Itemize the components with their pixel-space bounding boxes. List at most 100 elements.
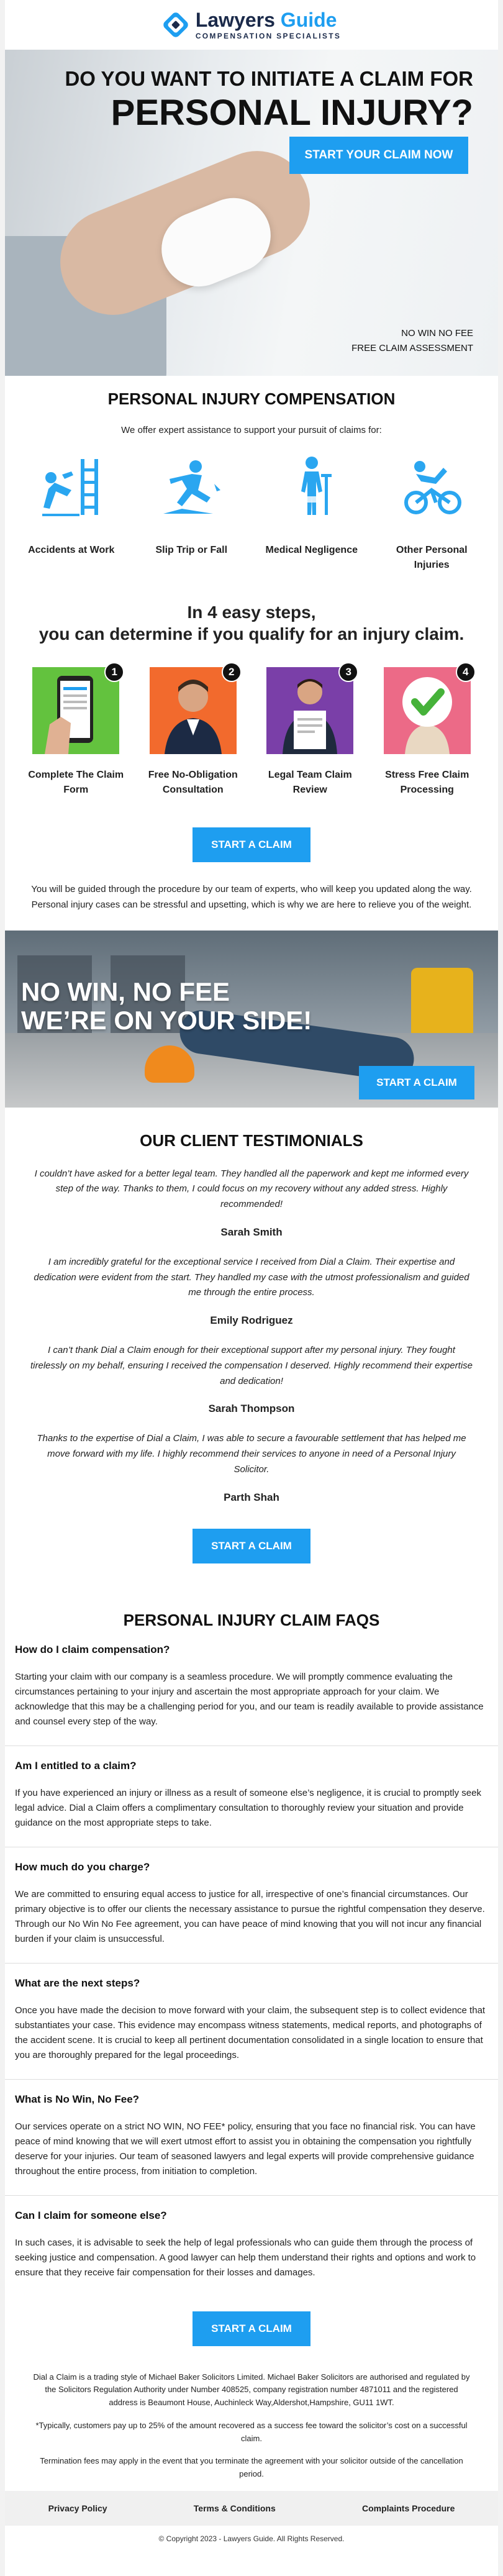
steps-title: In 4 easy steps, you can determine if yo… [5, 601, 498, 645]
brand-title-accent: Guide [274, 8, 337, 31]
footer-link-complaints-procedure[interactable]: Complaints Procedure [362, 2503, 455, 2513]
step-image-phone-form: 1 [32, 662, 125, 754]
checkmark-icon [383, 667, 471, 754]
brand-subtitle: COMPENSATION SPECIALISTS [195, 31, 342, 40]
faq-answer: Once you have made the decision to move … [15, 2005, 486, 2060]
step-label: Stress Free Claim Processing [385, 770, 469, 795]
copyright: © Copyright 2023 - Lawyers Guide. All Ri… [158, 2534, 345, 2544]
step-image-stress-free: 4 [383, 662, 476, 754]
faq-item: What are the next steps? Once you have m… [5, 1964, 498, 2080]
scales-logo-icon [163, 12, 188, 37]
legal-paragraph: *Typically, customers pay up to 25% of t… [35, 2420, 468, 2443]
site-header: Lawyers Guide COMPENSATION SPECIALISTS [5, 0, 498, 50]
legal-paragraph: Termination fees may apply in the event … [40, 2456, 463, 2479]
faq-question: What is No Win, No Fee? [15, 2093, 140, 2105]
faqs-section: PERSONAL INJURY CLAIM FAQS How do I clai… [5, 1611, 498, 2346]
testimonial-quote: I couldn’t have asked for a better legal… [34, 1168, 469, 1210]
faq-question: What are the next steps? [15, 1977, 140, 1989]
hero-note-line2: FREE CLAIM ASSESSMENT [351, 343, 473, 353]
step-image-consultation: 2 [149, 662, 242, 754]
compensation-item-accidents-at-work[interactable]: Accidents at Work [19, 453, 124, 573]
hero-note-line1: NO WIN NO FEE [401, 328, 473, 339]
page-content: Lawyers Guide COMPENSATION SPECIALISTS D… [5, 0, 498, 2576]
brand-title: Lawyers Guide [196, 10, 341, 30]
testimonial-quote: I can’t thank Dial a Claim enough for th… [30, 1345, 473, 1386]
testimonial: I couldn’t have asked for a better legal… [30, 1167, 473, 1239]
footer-links: Privacy Policy Terms & Conditions Compla… [5, 2491, 498, 2526]
legal-disclaimer: Dial a Claim is a trading style of Micha… [30, 2371, 473, 2482]
start-a-claim-button[interactable]: START A CLAIM [359, 1065, 474, 1099]
faq-answer: Starting your claim with our company is … [15, 1671, 484, 1727]
steps-grid: 1 Complete The Claim Form 2 Free No-Obli… [5, 662, 498, 798]
steps-title-line1: In 4 easy steps, [187, 603, 316, 622]
testimonial-author: Sarah Thompson [208, 1403, 295, 1415]
hero-note: NO WIN NO FEE FREE CLAIM ASSESSMENT [351, 326, 473, 356]
start-a-claim-button[interactable]: START A CLAIM [193, 827, 310, 862]
step-item: 3 Legal Team Claim Review [257, 662, 363, 798]
faq-item: Can I claim for someone else? In such ca… [5, 2196, 498, 2296]
document-review-icon [266, 667, 354, 754]
testimonial: I am incredibly grateful for the excepti… [30, 1255, 473, 1327]
hero-banner: DO YOU WANT TO INITIATE A CLAIM FOR PERS… [5, 50, 498, 376]
start-your-claim-button[interactable]: START YOUR CLAIM NOW [289, 137, 468, 174]
step-item: 2 Free No-Obligation Consultation [140, 662, 246, 798]
faq-item: What is No Win, No Fee? Our services ope… [5, 2080, 498, 2196]
compensation-item-medical-negligence[interactable]: Medical Negligence [259, 453, 365, 573]
compensation-title: PERSONAL INJURY COMPENSATION [107, 389, 396, 408]
crutch-injury-icon [301, 457, 332, 515]
cycling-accident-icon [404, 461, 462, 514]
testimonials-section: OUR CLIENT TESTIMONIALS I couldn’t have … [5, 1131, 498, 1563]
testimonial-author: Parth Shah [224, 1491, 279, 1503]
step-number: 4 [455, 662, 476, 682]
faq-answer: If you have experienced an injury or ill… [15, 1787, 481, 1828]
compensation-item-label: Other Personal Injuries [396, 545, 468, 570]
step-item: 1 Complete The Claim Form [23, 662, 129, 798]
faq-question: How do I claim compensation? [15, 1643, 170, 1655]
start-a-claim-button[interactable]: START A CLAIM [193, 2311, 310, 2346]
footer-link-privacy-policy[interactable]: Privacy Policy [48, 2503, 107, 2513]
hero-heading-line2: PERSONAL INJURY? [111, 93, 473, 133]
compensation-intro: We offer expert assistance to support yo… [121, 425, 382, 435]
faq-answer: Our services operate on a strict NO WIN,… [15, 2121, 476, 2177]
step-image-legal-review: 3 [266, 662, 359, 754]
faqs-title: PERSONAL INJURY CLAIM FAQS [123, 1610, 380, 1629]
hero-heading: DO YOU WANT TO INITIATE A CLAIM FOR PERS… [65, 67, 473, 134]
testimonials-title: OUR CLIENT TESTIMONIALS [140, 1131, 363, 1150]
guide-text: You will be guided through the procedure… [31, 884, 472, 910]
compensation-item-other-injuries[interactable]: Other Personal Injuries [379, 453, 484, 573]
compensation-section: PERSONAL INJURY COMPENSATION We offer ex… [5, 376, 498, 573]
step-item: 4 Stress Free Claim Processing [374, 662, 480, 798]
faq-question: How much do you charge? [15, 1860, 150, 1873]
testimonial: I can’t thank Dial a Claim enough for th… [30, 1343, 473, 1415]
step-number: 2 [221, 662, 242, 682]
testimonial-quote: Thanks to the expertise of Dial a Claim,… [37, 1433, 466, 1475]
no-win-no-fee-banner: NO WIN, NO FEE WE’RE ON YOUR SIDE! START… [5, 930, 498, 1108]
faq-question: Am I entitled to a claim? [15, 1759, 137, 1772]
testimonial-quote: I am incredibly grateful for the excepti… [34, 1256, 469, 1298]
testimonial-author: Sarah Smith [220, 1226, 283, 1238]
compensation-item-slip-trip-fall[interactable]: Slip Trip or Fall [138, 453, 244, 573]
no-win-heading-line1: NO WIN, NO FEE [21, 976, 230, 1006]
ladder-fall-icon [42, 459, 98, 516]
footer-link-terms-conditions[interactable]: Terms & Conditions [194, 2503, 276, 2513]
consultant-avatar-icon [149, 667, 237, 754]
faq-item: How do I claim compensation? Starting yo… [5, 1630, 498, 1746]
compensation-item-label: Slip Trip or Fall [155, 545, 228, 555]
hero-heading-line1: DO YOU WANT TO INITIATE A CLAIM FOR [65, 67, 473, 90]
no-win-heading-line2: WE’RE ON YOUR SIDE! [21, 1005, 312, 1035]
brand-logo[interactable]: Lawyers Guide COMPENSATION SPECIALISTS [162, 10, 341, 40]
step-number: 3 [338, 662, 359, 682]
page: Lawyers Guide COMPENSATION SPECIALISTS D… [0, 0, 503, 2576]
phone-form-icon [32, 667, 120, 754]
faq-answer: We are committed to ensuring equal acces… [15, 1888, 485, 1944]
faq-question: Can I claim for someone else? [15, 2209, 167, 2221]
start-a-claim-button[interactable]: START A CLAIM [193, 1528, 310, 1563]
compensation-item-label: Medical Negligence [265, 545, 358, 555]
steps-section: In 4 easy steps, you can determine if yo… [5, 601, 498, 913]
no-win-heading: NO WIN, NO FEE WE’RE ON YOUR SIDE! [21, 976, 312, 1035]
slip-fall-icon [163, 460, 221, 514]
faq-item: Am I entitled to a claim? If you have ex… [5, 1746, 498, 1847]
faq-answer: In such cases, it is advisable to seek t… [15, 2237, 476, 2278]
testimonial: Thanks to the expertise of Dial a Claim,… [30, 1431, 473, 1503]
testimonial-author: Emily Rodriguez [210, 1314, 293, 1326]
